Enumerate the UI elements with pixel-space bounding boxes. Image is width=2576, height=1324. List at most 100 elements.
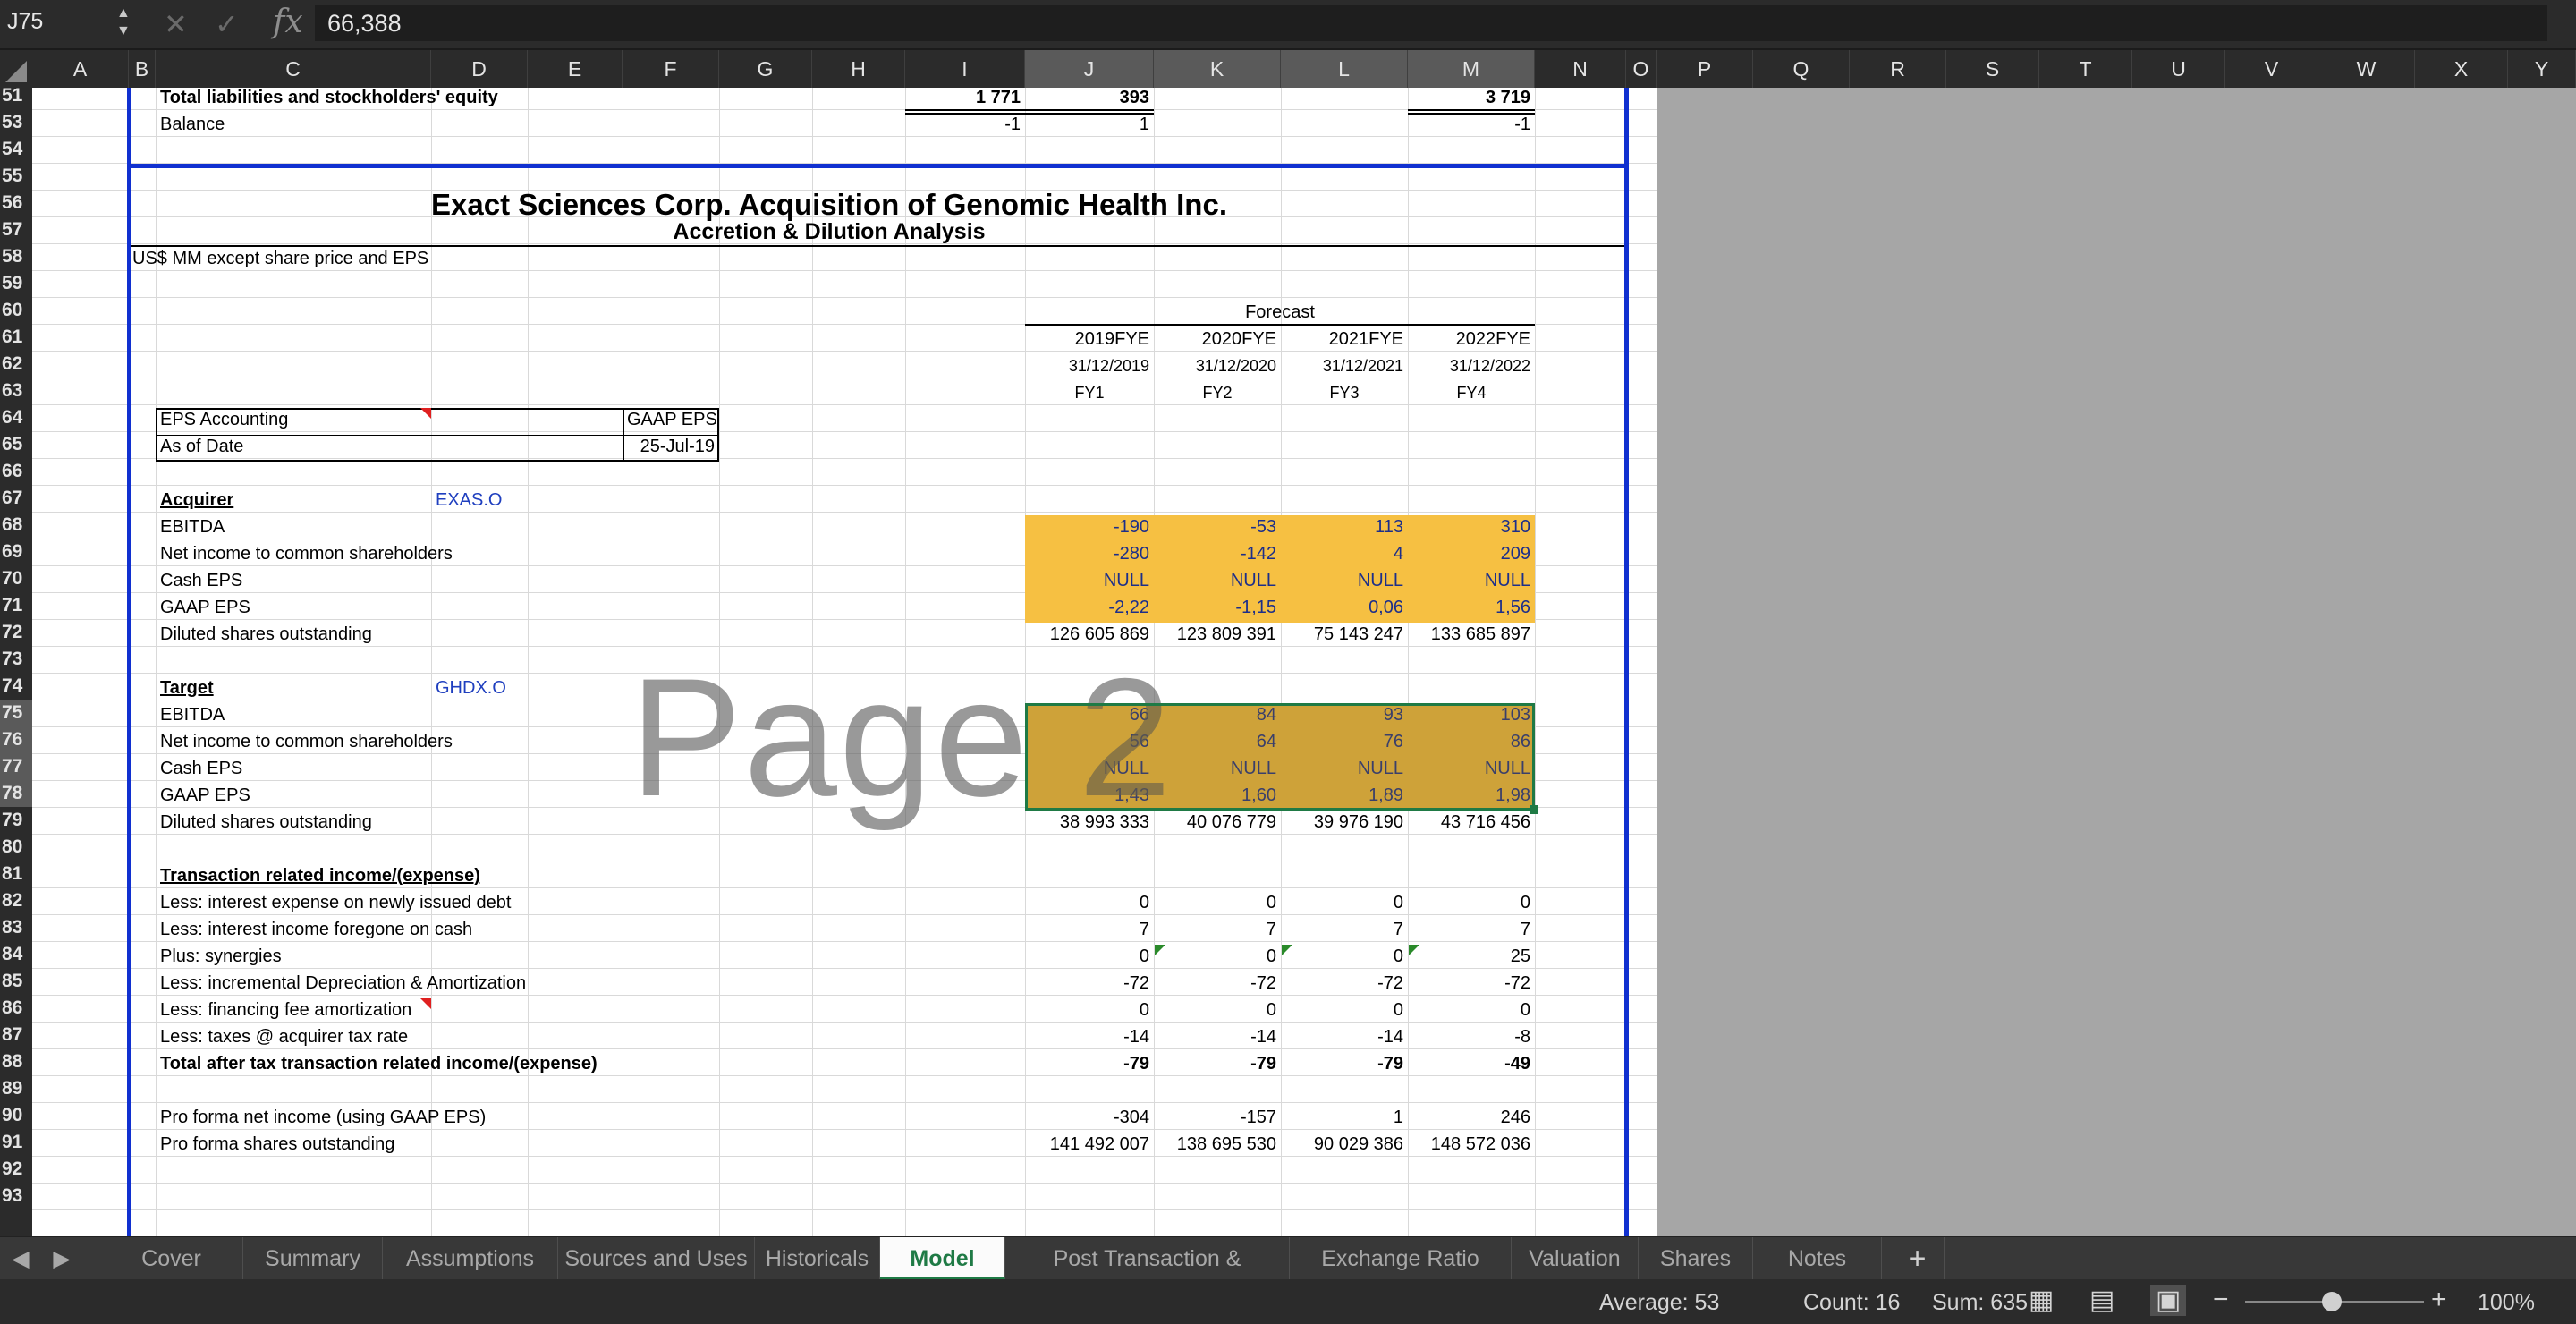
row-header-53[interactable]: 53 [0, 109, 32, 136]
name-box-stepper-icon[interactable]: ▲ ▼ [116, 4, 131, 40]
total-liabilities-m[interactable]: 3 719 [1412, 88, 1530, 109]
column-header-c[interactable]: C [156, 50, 431, 88]
transaction-value[interactable]: -14 [1030, 1022, 1149, 1048]
row-header-80[interactable]: 80 [0, 834, 32, 861]
total-liabilities-i[interactable]: 1 771 [910, 88, 1021, 109]
row-header-59[interactable]: 59 [0, 270, 32, 297]
column-header-s[interactable]: S [1946, 50, 2039, 88]
acquirer-row-label[interactable]: Diluted shares outstanding [160, 619, 523, 646]
balance-i[interactable]: -1 [910, 109, 1021, 136]
page-subtitle[interactable]: Accretion & Dilution Analysis [37, 216, 1622, 244]
period-fye[interactable]: 2019FYE [1030, 324, 1149, 351]
balance-label[interactable]: Balance [160, 109, 427, 136]
column-header-d[interactable]: D [431, 50, 528, 88]
target-ticker[interactable]: GHDX.O [436, 673, 523, 700]
pro-forma-row-label[interactable]: Pro forma net income (using GAAP EPS) [160, 1102, 618, 1129]
target-row-label[interactable]: GAAP EPS [160, 780, 523, 807]
pro-forma-value[interactable]: 138 695 530 [1158, 1129, 1276, 1156]
normal-view-icon[interactable]: ▦ [2029, 1285, 2054, 1316]
period-fye[interactable]: 2021FYE [1285, 324, 1403, 351]
period-date[interactable]: 31/12/2019 [1030, 351, 1149, 378]
total-liabilities-j[interactable]: 393 [1030, 88, 1149, 109]
row-header-51[interactable]: 51 [0, 88, 32, 109]
sheet-tab-summary[interactable]: Summary [243, 1237, 383, 1280]
transaction-value[interactable]: 0 [1158, 887, 1276, 914]
error-indicator-icon[interactable] [1282, 945, 1292, 955]
row-header-84[interactable]: 84 [0, 941, 32, 968]
transaction-value[interactable]: 0 [1030, 941, 1149, 968]
pro-forma-value[interactable]: 141 492 007 [1030, 1129, 1149, 1156]
cancel-icon[interactable]: ✕ [164, 7, 188, 41]
row-header-57[interactable]: 57 [0, 216, 32, 243]
transaction-value[interactable]: -72 [1158, 968, 1276, 995]
formula-input[interactable]: 66,388 [315, 5, 2547, 41]
column-header-w[interactable]: W [2318, 50, 2415, 88]
row-header-54[interactable]: 54 [0, 136, 32, 163]
pro-forma-value[interactable]: 90 029 386 [1285, 1129, 1403, 1156]
acquirer-value[interactable]: NULL [1285, 565, 1403, 592]
column-header-y[interactable]: Y [2508, 50, 2576, 88]
sheet-tab-shares[interactable]: Shares [1639, 1237, 1753, 1280]
row-header-92[interactable]: 92 [0, 1156, 32, 1183]
period-date[interactable]: 31/12/2022 [1412, 351, 1530, 378]
acquirer-row-label[interactable]: Cash EPS [160, 565, 523, 592]
acquirer-value[interactable]: 209 [1412, 539, 1530, 565]
target-row-label[interactable]: Net income to common shareholders [160, 726, 523, 753]
column-header-k[interactable]: K [1154, 50, 1281, 88]
transaction-row-label[interactable]: Less: taxes @ acquirer tax rate [160, 1022, 618, 1048]
column-header-p[interactable]: P [1657, 50, 1753, 88]
column-header-n[interactable]: N [1535, 50, 1626, 88]
row-header-68[interactable]: 68 [0, 512, 32, 539]
acquirer-value[interactable]: -2,22 [1030, 592, 1149, 619]
total-liabilities-label[interactable]: Total liabilities and stockholders' equi… [160, 88, 618, 109]
transaction-row-label[interactable]: Less: incremental Depreciation & Amortiz… [160, 968, 618, 995]
row-header-85[interactable]: 85 [0, 968, 32, 995]
row-header-71[interactable]: 71 [0, 592, 32, 619]
transaction-value[interactable]: 7 [1030, 914, 1149, 941]
transaction-value[interactable]: 7 [1412, 914, 1530, 941]
transaction-value[interactable]: 0 [1158, 941, 1276, 968]
comment-indicator-icon[interactable] [420, 408, 431, 419]
spreadsheet-grid[interactable]: Total liabilities and stockholders' equi… [32, 88, 2576, 1236]
transaction-value[interactable]: -72 [1412, 968, 1530, 995]
period-date[interactable]: 31/12/2020 [1158, 351, 1276, 378]
row-header-86[interactable]: 86 [0, 995, 32, 1022]
acquirer-value[interactable]: -280 [1030, 539, 1149, 565]
transaction-value[interactable]: -8 [1412, 1022, 1530, 1048]
zoom-slider-thumb[interactable] [2322, 1292, 2342, 1311]
balance-j[interactable]: 1 [1030, 109, 1149, 136]
acquirer-value[interactable]: -53 [1158, 512, 1276, 539]
target-row-label[interactable]: Diluted shares outstanding [160, 807, 523, 834]
fill-handle[interactable] [1530, 805, 1538, 814]
column-header-o[interactable]: O [1626, 50, 1657, 88]
row-header-58[interactable]: 58 [0, 243, 32, 270]
balance-m[interactable]: -1 [1412, 109, 1530, 136]
acquirer-value[interactable]: 123 809 391 [1158, 619, 1276, 646]
target-value[interactable]: 39 976 190 [1285, 807, 1403, 834]
column-header-f[interactable]: F [623, 50, 719, 88]
row-header-67[interactable]: 67 [0, 485, 32, 512]
row-header-81[interactable]: 81 [0, 861, 32, 887]
row-header-75[interactable]: 75 [0, 700, 32, 726]
column-header-b[interactable]: B [129, 50, 156, 88]
acquirer-value[interactable]: 133 685 897 [1412, 619, 1530, 646]
sheet-tab-assumptions[interactable]: Assumptions [383, 1237, 558, 1280]
transaction-value[interactable]: -14 [1285, 1022, 1403, 1048]
transaction-value[interactable]: -49 [1412, 1048, 1530, 1075]
row-header-65[interactable]: 65 [0, 431, 32, 458]
column-header-j[interactable]: J [1025, 50, 1154, 88]
row-header-82[interactable]: 82 [0, 887, 32, 914]
acquirer-value[interactable]: 75 143 247 [1285, 619, 1403, 646]
target-value[interactable]: 40 076 779 [1158, 807, 1276, 834]
period-date[interactable]: 31/12/2021 [1285, 351, 1403, 378]
column-header-q[interactable]: Q [1753, 50, 1850, 88]
column-header-v[interactable]: V [2225, 50, 2318, 88]
sheet-tab-exchange-ratio[interactable]: Exchange Ratio [1290, 1237, 1512, 1280]
add-sheet-icon[interactable]: + [1891, 1237, 1945, 1280]
transaction-value[interactable]: 0 [1412, 887, 1530, 914]
row-header-66[interactable]: 66 [0, 458, 32, 485]
column-header-l[interactable]: L [1281, 50, 1408, 88]
transaction-value[interactable]: -79 [1285, 1048, 1403, 1075]
row-header-63[interactable]: 63 [0, 378, 32, 404]
transaction-value[interactable]: 0 [1285, 941, 1403, 968]
